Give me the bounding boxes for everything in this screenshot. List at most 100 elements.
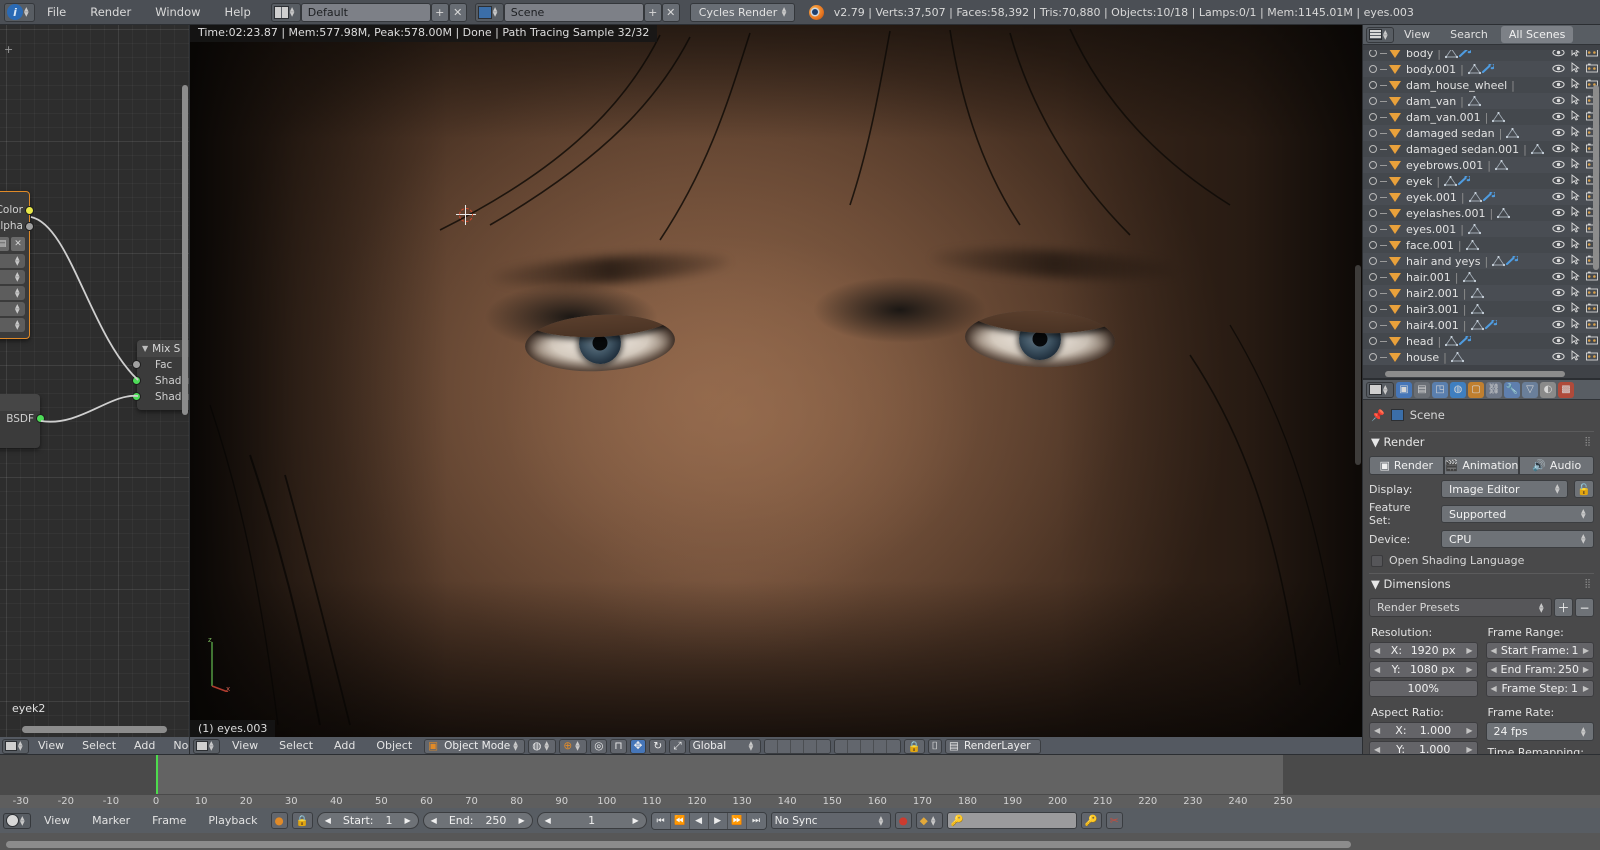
end-frame-field[interactable]: ◀ End: 250 ▶ [422, 812, 533, 829]
outliner-item-house[interactable]: house | [1363, 349, 1600, 365]
rotate-manipulator-button[interactable]: ↻ [649, 738, 667, 754]
node-editor-area[interactable]: + Color Alpha ▤ ✕ ▲▼ ▲▼ ▲▼ ▲▼ ▲▼ nt BSDF… [0, 25, 190, 737]
layer-4[interactable] [803, 739, 817, 753]
outliner-item-dam_van[interactable]: dam_van | [1363, 93, 1600, 109]
add-preset-button[interactable]: ＋ [1554, 598, 1573, 617]
current-frame-field[interactable]: ◀ 1 ▶ [536, 812, 647, 829]
start-frame-field[interactable]: ◀ Start: 1 ▶ [316, 812, 419, 829]
outliner-item-hair2-001[interactable]: hair2.001 | [1363, 285, 1600, 301]
outliner-item-eyek[interactable]: eyek | [1363, 173, 1600, 189]
chevron-updown-icon[interactable]: ▲ ▼ [879, 815, 887, 826]
delete-layout-button[interactable]: ✕ [448, 2, 467, 22]
outliner-vertical-scrollbar[interactable] [1593, 85, 1599, 270]
increment-arrow-icon[interactable]: ▶ [1466, 665, 1472, 674]
render-tab-icon[interactable]: ▣ [1396, 381, 1412, 398]
timeline-menu-view[interactable]: View [35, 812, 79, 830]
world-tab-icon[interactable]: ◍ [1450, 381, 1466, 398]
renderability-toggle[interactable] [1586, 351, 1598, 364]
aspect-x-field[interactable]: ◀ X: 1.000 ▶ [1369, 722, 1478, 739]
outliner-item-damaged-sedan-001[interactable]: damaged sedan.001 | [1363, 141, 1600, 157]
expand-toggle-icon[interactable] [1369, 289, 1377, 297]
display-select[interactable]: Image Editor ▲ ▼ [1441, 480, 1568, 498]
scene-selector[interactable]: ▲ ▼ [474, 2, 504, 22]
expand-toggle-icon[interactable] [1369, 193, 1377, 201]
expand-toggle-icon[interactable] [1369, 257, 1377, 265]
add-keying-set-button[interactable]: 🔑 [1080, 812, 1102, 829]
node-dropdown-2[interactable]: ▲ ▼ [0, 270, 25, 284]
selectability-toggle[interactable] [1571, 190, 1580, 204]
chevron-updown-icon[interactable]: ▲ ▼ [209, 741, 217, 752]
editor-type-selector[interactable]: ▲ ▼ [1366, 381, 1394, 398]
keyframe-type-select[interactable]: ◆ ▲ ▼ [915, 812, 943, 829]
decrement-arrow-icon[interactable]: ◀ [1491, 665, 1497, 674]
render-layers-tab-icon[interactable]: ▤ [1414, 381, 1430, 398]
editor-type-selector[interactable]: ▲ ▼ [193, 738, 220, 754]
expand-toggle-icon[interactable] [1369, 145, 1377, 153]
play-reverse-button[interactable]: ◀ [689, 812, 709, 829]
screen-layout-selector[interactable]: ▲ ▼ [270, 2, 301, 22]
properties-datablock-row[interactable]: 📌 Scene [1369, 404, 1594, 428]
menu-window[interactable]: Window [143, 0, 212, 25]
outliner-item-eyebrows-001[interactable]: eyebrows.001 | [1363, 157, 1600, 173]
chevron-updown-icon[interactable]: ▲ ▼ [290, 7, 298, 18]
timeline-playhead[interactable] [156, 755, 158, 794]
socket-fac[interactable] [132, 360, 141, 369]
frame-rate-select[interactable]: 24 fps ▲ ▼ [1485, 722, 1594, 741]
visibility-toggle[interactable] [1552, 143, 1565, 156]
layer-5[interactable] [816, 739, 830, 753]
visibility-toggle[interactable] [1552, 303, 1565, 316]
chevron-updown-icon[interactable]: ▲ ▼ [575, 741, 583, 752]
resolution-x-field[interactable]: ◀ X: 1920 px ▶ [1369, 642, 1478, 659]
lock-view-button[interactable]: 🔒 [903, 738, 925, 754]
outliner-item-damaged-sedan[interactable]: damaged sedan | [1363, 125, 1600, 141]
node-editor-vertical-scrollbar[interactable] [182, 85, 188, 415]
chevron-updown-icon[interactable]: ▲ ▼ [1383, 384, 1391, 395]
lock-time-toggle[interactable]: 🔒 [291, 812, 313, 829]
scene-layers-top-row[interactable] [763, 738, 831, 754]
node-editor-toolbar-toggle[interactable]: + [4, 43, 13, 56]
chevron-updown-icon[interactable]: ▲ ▼ [1581, 534, 1589, 545]
scene-name-field[interactable]: Scene [503, 2, 644, 22]
remove-preset-button[interactable]: − [1575, 598, 1594, 617]
menu-render[interactable]: Render [78, 0, 143, 25]
frame-step-field[interactable]: ◀ Frame Step: 1 ▶ [1485, 680, 1594, 697]
outliner-item-body-001[interactable]: body.001 | [1363, 61, 1600, 77]
pivot-point-select[interactable]: ⊕ ▲ ▼ [559, 738, 588, 754]
visibility-toggle[interactable] [1552, 335, 1565, 348]
selectability-toggle[interactable] [1571, 286, 1580, 300]
expand-triangle-icon[interactable]: ▼ [1371, 435, 1380, 449]
outliner-item-dam_house_wheel[interactable]: dam_house_wheel | [1363, 77, 1600, 93]
expand-toggle-icon[interactable] [1369, 50, 1377, 57]
object-tab-icon[interactable]: ▢ [1468, 381, 1484, 398]
timeline-menu-marker[interactable]: Marker [83, 812, 139, 830]
proportional-edit-toggle[interactable]: ◎ [590, 738, 608, 754]
chevron-updown-icon[interactable]: ▲ ▼ [1383, 29, 1391, 40]
keying-set-field[interactable]: 🔑 [946, 812, 1077, 829]
node-image-texture[interactable]: Color Alpha ▤ ✕ ▲▼ ▲▼ ▲▼ ▲▼ ▲▼ [0, 191, 34, 339]
renderability-toggle[interactable] [1586, 303, 1598, 316]
data-tab-icon[interactable]: ▽ [1522, 381, 1538, 398]
selectability-toggle[interactable] [1571, 110, 1580, 124]
editor-type-selector[interactable]: ▲ ▼ [1366, 26, 1394, 43]
sync-mode-select[interactable]: No Sync ▲ ▼ [770, 812, 891, 829]
node-output-alpha[interactable]: Alpha [0, 218, 34, 234]
osl-checkbox[interactable] [1371, 554, 1383, 567]
node-dropdown-1[interactable]: ▲ ▼ [0, 254, 25, 268]
frame-decrement-icon[interactable]: ◀ [545, 816, 551, 825]
timeline-menu-frame[interactable]: Frame [143, 812, 195, 830]
node-menu-add[interactable]: Add [125, 737, 164, 755]
layer-7[interactable] [847, 739, 861, 753]
visibility-toggle[interactable] [1552, 127, 1565, 140]
viewport-menu-object[interactable]: Object [367, 737, 421, 755]
outliner-item-head[interactable]: head | [1363, 333, 1600, 349]
next-keyframe-button[interactable]: ⏩ [727, 812, 747, 829]
scene-layers-bottom-row[interactable] [833, 738, 901, 754]
visibility-toggle[interactable] [1552, 255, 1565, 268]
visibility-toggle[interactable] [1552, 223, 1565, 236]
selectability-toggle[interactable] [1571, 78, 1580, 92]
auto-keying-toggle[interactable]: ● [270, 812, 288, 829]
outliner-item-body[interactable]: body | [1363, 50, 1600, 61]
outliner-list[interactable]: body | body.001 | dam_house_wheel | dam_van |da… [1363, 45, 1600, 365]
outliner-menu-search[interactable]: Search [1440, 25, 1498, 45]
timeline-horizontal-scrollbar[interactable] [6, 841, 1351, 848]
